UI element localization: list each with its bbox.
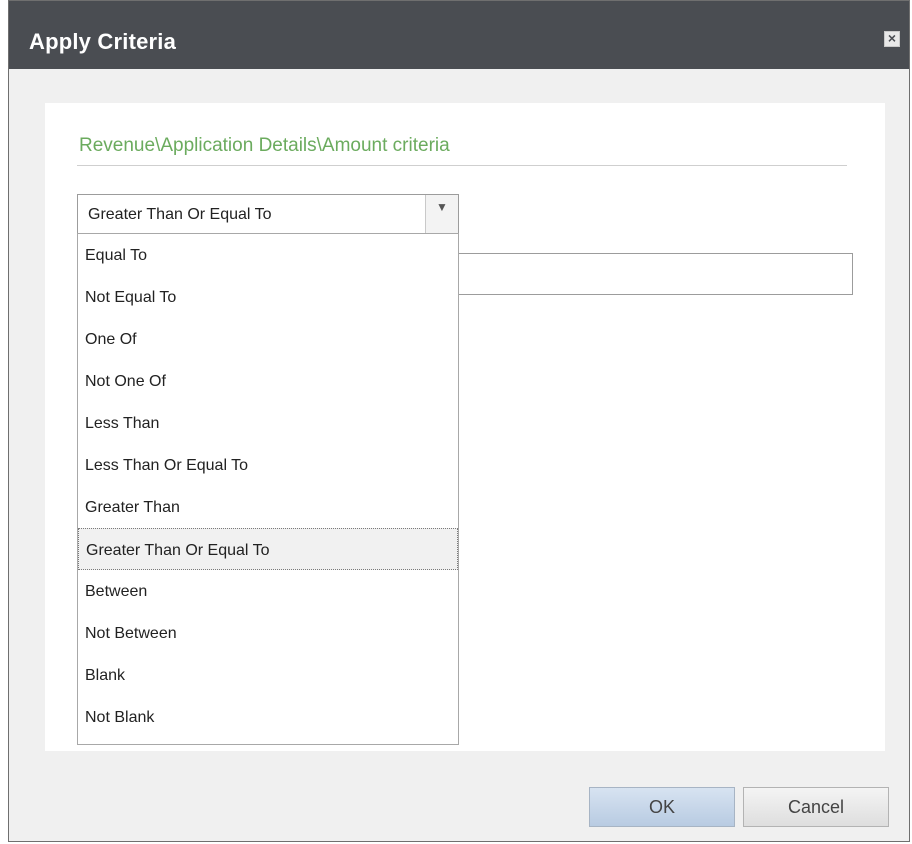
dropdown-option-not-one-of[interactable]: Not One Of (78, 360, 458, 402)
criteria-path: Revenue\Application Details\Amount crite… (79, 135, 450, 156)
criteria-panel: Revenue\Application Details\Amount crite… (45, 103, 885, 751)
close-icon[interactable]: × (884, 31, 900, 47)
operator-selected-value: Greater Than Or Equal To (88, 206, 272, 223)
ok-button[interactable]: OK (589, 787, 735, 827)
dropdown-option-not-equal-to[interactable]: Not Equal To (78, 276, 458, 318)
operator-select[interactable]: Greater Than Or Equal To ▼ (77, 194, 459, 234)
criteria-value-input[interactable] (459, 253, 853, 295)
dropdown-option-less-than[interactable]: Less Than (78, 402, 458, 444)
chevron-down-icon[interactable]: ▼ (425, 195, 458, 233)
dropdown-option-greater-than-or-equal-to[interactable]: Greater Than Or Equal To (78, 528, 458, 570)
dropdown-option-between[interactable]: Between (78, 570, 458, 612)
dialog-title: Apply Criteria (29, 29, 177, 54)
dropdown-option-not-between[interactable]: Not Between (78, 612, 458, 654)
dropdown-option-not-blank[interactable]: Not Blank (78, 696, 458, 738)
dialog-titlebar: Apply Criteria × (9, 1, 909, 69)
dropdown-option-one-of[interactable]: One Of (78, 318, 458, 360)
apply-criteria-dialog: Apply Criteria × Revenue\Application Det… (8, 0, 910, 842)
cancel-button[interactable]: Cancel (743, 787, 889, 827)
operator-dropdown-list: Equal To Not Equal To One Of Not One Of … (77, 233, 459, 745)
path-divider (77, 165, 847, 166)
dropdown-option-blank[interactable]: Blank (78, 654, 458, 696)
dropdown-option-less-than-or-equal-to[interactable]: Less Than Or Equal To (78, 444, 458, 486)
dropdown-option-greater-than[interactable]: Greater Than (78, 486, 458, 528)
dropdown-option-equal-to[interactable]: Equal To (78, 234, 458, 276)
